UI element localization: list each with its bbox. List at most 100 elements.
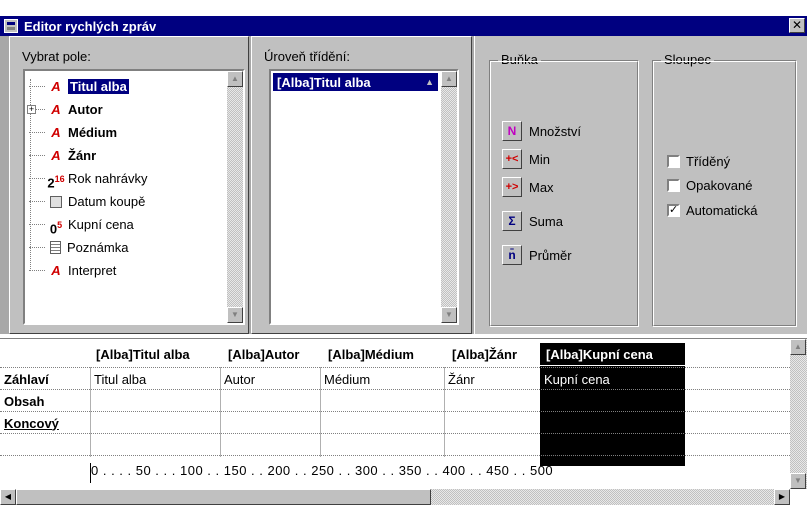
- column-header[interactable]: [Alba]Žánr: [446, 343, 538, 365]
- options-area: Buňka N Množství +< Min +> Max Σ Suma n̄…: [474, 36, 807, 334]
- report-grid: [Alba]Titul alba [Alba]Autor [Alba]Médiu…: [0, 338, 807, 506]
- fields-pane: Vybrat pole: A Titul alba + A Autor A Mé…: [9, 36, 249, 334]
- count-label: Množství: [529, 123, 582, 139]
- min-icon[interactable]: +<: [502, 149, 522, 169]
- checkbox-icon[interactable]: [667, 179, 680, 192]
- sort-pane: Úroveň třídění: [Alba]Titul alba ▲ ▲ ▼: [251, 36, 472, 334]
- fields-tree: A Titul alba + A Autor A Médium A Žánr 2…: [27, 75, 147, 282]
- sort-item-label: [Alba]Titul alba: [277, 74, 371, 90]
- text-field-icon: A: [51, 262, 61, 278]
- row-header[interactable]: Záhlaví: [4, 368, 49, 390]
- field-item[interactable]: A Médium: [29, 121, 147, 144]
- field-label: Datum koupě: [68, 194, 146, 209]
- sort-item[interactable]: [Alba]Titul alba ▲: [273, 73, 438, 91]
- field-label: Žánr: [68, 148, 97, 163]
- grid-cell[interactable]: Autor: [220, 368, 255, 390]
- field-label: Médium: [68, 125, 118, 140]
- grid-cell[interactable]: Kupní cena: [540, 368, 610, 390]
- scroll-thumb[interactable]: [16, 489, 431, 505]
- field-item[interactable]: A Interpret: [29, 259, 147, 282]
- sorted-checkbox[interactable]: Tříděný: [667, 154, 730, 169]
- field-item[interactable]: 05 Kupní cena: [29, 213, 147, 236]
- column-group-legend: Sloupec: [661, 52, 714, 67]
- sort-scrollbar[interactable]: ▲ ▼: [441, 71, 457, 323]
- text-field-icon: A: [51, 101, 61, 117]
- fields-scrollbar[interactable]: ▲ ▼: [227, 71, 243, 323]
- scroll-down-icon[interactable]: ▼: [441, 307, 457, 323]
- number-field-icon: 216: [47, 173, 65, 190]
- cell-group-legend: Buňka: [498, 52, 541, 67]
- field-item[interactable]: Poznámka: [29, 236, 147, 259]
- grid-cell[interactable]: Titul alba: [90, 368, 146, 390]
- automatic-checkbox[interactable]: ✓ Automatická: [667, 203, 758, 218]
- field-item[interactable]: 216 Rok nahrávky: [29, 167, 147, 190]
- scroll-down-icon[interactable]: ▼: [227, 307, 243, 323]
- average-label: Průměr: [529, 247, 572, 263]
- sum-label: Suma: [529, 213, 563, 229]
- field-label: Rok nahrávky: [68, 171, 148, 186]
- field-label: Kupní cena: [68, 217, 134, 232]
- checkmark-icon[interactable]: ✓: [667, 204, 680, 217]
- cell-group: Buňka N Množství +< Min +> Max Σ Suma n̄…: [489, 52, 639, 327]
- field-label: Poznámka: [67, 240, 129, 255]
- average-button[interactable]: n̄ Průměr: [502, 245, 572, 265]
- count-icon[interactable]: N: [502, 121, 522, 141]
- field-item[interactable]: + A Autor: [27, 98, 147, 121]
- field-item[interactable]: Datum koupě: [29, 190, 147, 213]
- scroll-down-icon[interactable]: ▼: [790, 473, 806, 489]
- expand-icon[interactable]: +: [27, 105, 36, 114]
- field-item[interactable]: A Žánr: [29, 144, 147, 167]
- min-label: Min: [529, 151, 550, 167]
- field-label: Titul alba: [68, 79, 129, 94]
- grid-cell[interactable]: Médium: [320, 368, 370, 390]
- text-field-icon: A: [51, 78, 61, 94]
- app-icon: [4, 19, 18, 33]
- row-header[interactable]: Koncový: [4, 412, 59, 434]
- automatic-label: Automatická: [686, 203, 758, 218]
- count-button[interactable]: N Množství: [502, 121, 581, 141]
- repeated-checkbox[interactable]: Opakované: [667, 178, 753, 193]
- max-icon[interactable]: +>: [502, 177, 522, 197]
- fields-listbox[interactable]: A Titul alba + A Autor A Médium A Žánr 2…: [23, 69, 245, 325]
- sorted-label: Tříděný: [686, 154, 731, 169]
- top-panel: Vybrat pole: A Titul alba + A Autor A Mé…: [0, 36, 807, 334]
- column-group: Sloupec Tříděný Opakované ✓ Automatická: [652, 52, 797, 327]
- memo-field-icon: [50, 241, 61, 254]
- text-field-icon: A: [51, 124, 61, 140]
- sum-button[interactable]: Σ Suma: [502, 211, 563, 231]
- text-field-icon: A: [51, 147, 61, 163]
- row-header[interactable]: Obsah: [4, 390, 44, 412]
- scroll-up-icon[interactable]: ▲: [441, 71, 457, 87]
- sort-listbox[interactable]: [Alba]Titul alba ▲ ▲ ▼: [269, 69, 459, 325]
- scroll-right-icon[interactable]: ▶: [774, 489, 790, 505]
- scroll-left-icon[interactable]: ◀: [0, 489, 16, 505]
- max-label: Max: [529, 179, 554, 195]
- min-button[interactable]: +< Min: [502, 149, 550, 169]
- max-button[interactable]: +> Max: [502, 177, 554, 197]
- grid-horizontal-scrollbar[interactable]: ◀ ▶: [0, 489, 790, 505]
- currency-field-icon: 05: [49, 219, 63, 236]
- column-header[interactable]: [Alba]Médium: [322, 343, 442, 365]
- grid-cell[interactable]: Žánr: [444, 368, 475, 390]
- window-title: Editor rychlých zpráv: [24, 18, 157, 34]
- sum-icon[interactable]: Σ: [502, 211, 522, 231]
- repeated-label: Opakované: [686, 178, 753, 193]
- checkbox-icon[interactable]: [667, 155, 680, 168]
- date-field-icon: [50, 195, 62, 208]
- title-bar: Editor rychlých zpráv ✕: [0, 16, 807, 36]
- scroll-up-icon[interactable]: ▲: [227, 71, 243, 87]
- close-icon[interactable]: ✕: [789, 18, 805, 33]
- grid-vertical-scrollbar[interactable]: ▲ ▼: [790, 339, 807, 489]
- column-header[interactable]: [Alba]Titul alba: [90, 343, 220, 365]
- fields-label: Vybrat pole:: [22, 49, 91, 64]
- ruler: 0 . . . . 50 . . . 100 . . 150 . . 200 .…: [90, 463, 790, 483]
- scroll-up-icon[interactable]: ▲: [790, 339, 806, 355]
- field-item[interactable]: A Titul alba: [29, 75, 147, 98]
- average-icon[interactable]: n̄: [502, 245, 522, 265]
- sort-label: Úroveň třídění:: [264, 49, 350, 64]
- column-header-selected[interactable]: [Alba]Kupní cena: [540, 343, 685, 365]
- column-header[interactable]: [Alba]Autor: [222, 343, 320, 365]
- field-label: Autor: [68, 102, 103, 117]
- sort-ascending-icon[interactable]: ▲: [425, 77, 434, 87]
- field-label: Interpret: [68, 263, 117, 278]
